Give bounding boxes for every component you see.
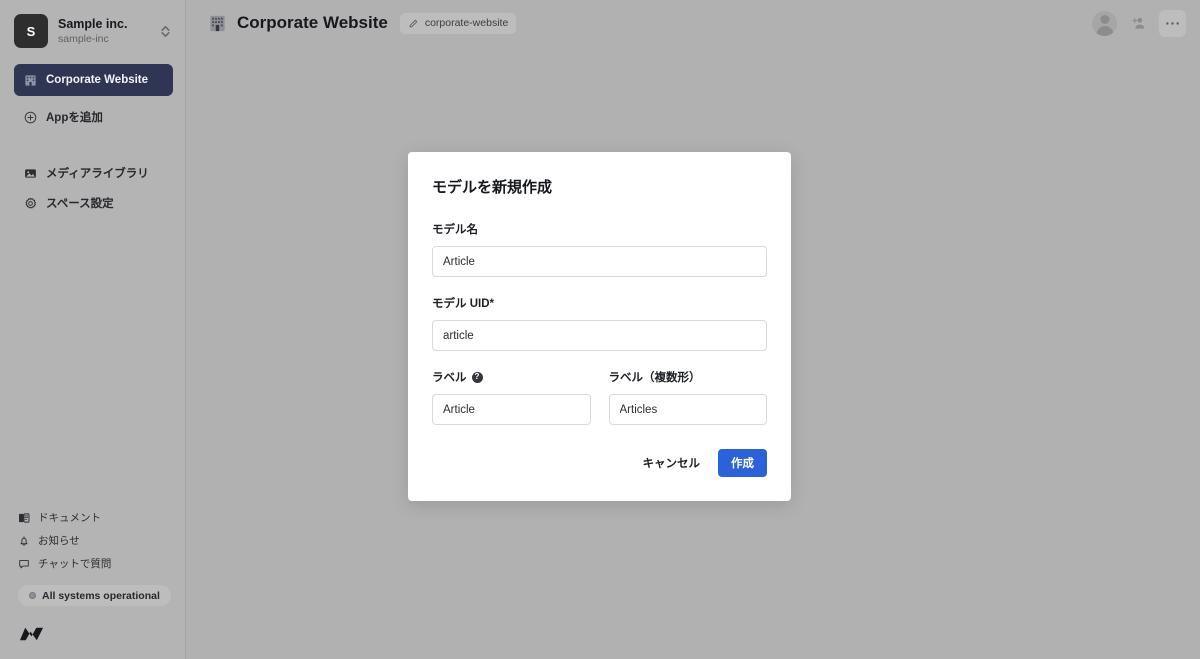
field-label: モデル UID* xyxy=(432,298,494,310)
newt-logo-icon xyxy=(18,624,45,644)
add-app-label: Appを追加 xyxy=(46,112,103,124)
model-name-input[interactable] xyxy=(432,246,767,277)
footer-link-chat-support[interactable]: チャットで質問 xyxy=(18,552,174,575)
app-header: Corporate Website corporate-website xyxy=(186,0,1200,46)
sidebar-item-media-library[interactable]: メディアライブラリ xyxy=(14,158,173,188)
avatar-icon xyxy=(1092,10,1117,36)
footer-link-label: お知らせ xyxy=(38,535,80,547)
question-mark-icon[interactable]: ? xyxy=(471,371,483,383)
field-model-name: モデル名 xyxy=(432,221,767,277)
add-person-icon xyxy=(1130,15,1147,32)
field-label-plural: ラベル（複数形） xyxy=(608,369,767,425)
footer-link-documents[interactable]: ドキュメント xyxy=(18,506,174,529)
field-model-uid: モデル UID* xyxy=(432,295,767,351)
create-button[interactable]: 作成 xyxy=(718,449,767,477)
org-switcher[interactable]: S Sample inc. sample-inc xyxy=(0,0,185,58)
sidebar-item-space-settings[interactable]: スペース設定 xyxy=(14,188,173,218)
chat-bubble-icon xyxy=(18,558,30,570)
status-badge-label: All systems operational xyxy=(42,589,160,602)
page-title: Corporate Website xyxy=(237,13,388,32)
org-text: Sample inc. sample-inc xyxy=(58,17,157,46)
sidebar-item-corporate-website[interactable]: Corporate Website xyxy=(14,64,173,96)
field-label: モデル名 xyxy=(432,224,478,236)
footer-link-label: ドキュメント xyxy=(38,512,101,524)
sidebar: S Sample inc. sample-inc Corporate Websi… xyxy=(0,0,186,659)
add-app-button[interactable]: Appを追加 xyxy=(14,102,173,132)
model-uid-input[interactable] xyxy=(432,320,767,351)
org-slug: sample-inc xyxy=(58,32,109,45)
sidebar-item-label: Corporate Website xyxy=(46,74,149,86)
plus-circle-icon xyxy=(24,111,37,124)
org-avatar: S xyxy=(14,14,48,48)
org-name: Sample inc. xyxy=(58,16,128,31)
field-label: ラベル（複数形） xyxy=(608,372,701,384)
image-icon xyxy=(24,167,37,180)
sidebar-footer: ドキュメント お知らせ チャットで質問 All systems operatio… xyxy=(0,506,186,659)
dialog-footer: キャンセル 作成 xyxy=(432,447,767,479)
cancel-button[interactable]: キャンセル xyxy=(631,447,713,479)
app-uid-badge[interactable]: corporate-website xyxy=(399,12,517,34)
status-badge[interactable]: All systems operational xyxy=(18,585,171,606)
footer-link-label: チャットで質問 xyxy=(38,558,112,570)
dialog-title: モデルを新規作成 xyxy=(432,179,553,196)
field-label-text: ラベル xyxy=(432,372,467,384)
app-uid-text: corporate-website xyxy=(424,17,509,29)
label-singular-input[interactable] xyxy=(432,394,591,425)
invite-member-button[interactable] xyxy=(1125,10,1152,37)
office-building-icon xyxy=(24,74,37,87)
label-plural-input[interactable] xyxy=(608,394,767,425)
gear-icon xyxy=(24,197,37,210)
user-avatar[interactable] xyxy=(1091,10,1118,37)
pencil-icon xyxy=(408,18,419,29)
sidebar-item-label: メディアライブラリ xyxy=(46,168,149,180)
sidebar-item-label: スペース設定 xyxy=(46,198,114,210)
field-label-singular: ラベル ? xyxy=(432,369,591,425)
more-options-button[interactable] xyxy=(1159,9,1186,37)
footer-link-announcements[interactable]: お知らせ xyxy=(18,529,174,552)
field-label: ラベル ? xyxy=(432,369,591,385)
label-fields-row: ラベル ? ラベル（複数形） xyxy=(432,369,767,425)
ellipsis-icon xyxy=(1165,21,1180,26)
create-model-dialog: モデルを新規作成 モデル名 モデル UID* ラベル ? ラベル（複数形） キャ… xyxy=(408,152,791,501)
office-building-icon xyxy=(208,14,227,33)
bell-icon xyxy=(18,535,30,547)
book-icon xyxy=(18,512,30,524)
selector-up-down-icon[interactable] xyxy=(157,24,173,39)
sidebar-divider-space xyxy=(0,132,185,158)
status-dot-icon xyxy=(29,592,36,599)
